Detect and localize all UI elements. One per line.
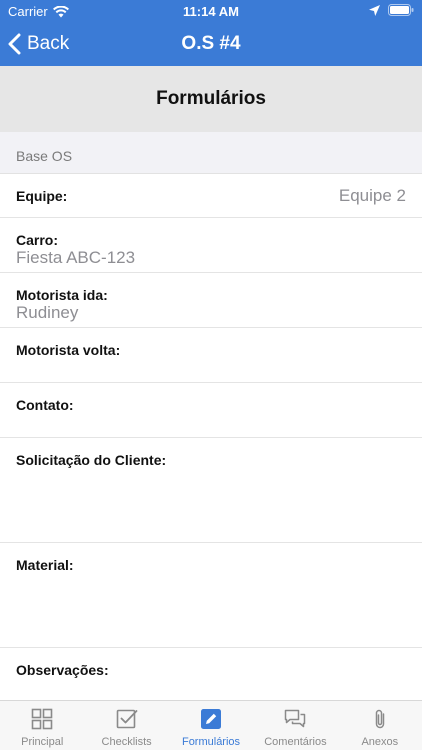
chat-bubbles-icon — [285, 709, 306, 728]
contato-row[interactable]: Contato: — [0, 383, 422, 438]
tab-principal[interactable]: Principal — [0, 701, 84, 750]
observacoes-label: Observações: — [16, 662, 109, 678]
tab-bar: Principal Checklists Formulários Comentá… — [0, 700, 422, 750]
tab-formularios-label: Formulários — [181, 736, 241, 748]
carro-row[interactable]: Carro: Fiesta ABC-123 — [0, 218, 422, 273]
tab-principal-label: Principal — [21, 736, 64, 748]
motorista-volta-label: Motorista volta: — [16, 342, 121, 358]
solicitacao-label: Solicitação do Cliente: — [16, 452, 167, 468]
motorista-ida-value: Rudiney — [16, 303, 79, 322]
equipe-row[interactable]: Equipe: Equipe 2 — [0, 174, 422, 218]
tab-checklists-label: Checklists — [101, 736, 152, 748]
material-label: Material: — [16, 557, 74, 573]
dashboard-icon — [31, 708, 53, 730]
carro-value: Fiesta ABC-123 — [16, 248, 136, 267]
carro-label: Carro: — [16, 232, 59, 248]
edit-form-icon — [201, 709, 222, 729]
tab-comentarios[interactable]: Comentários — [253, 701, 337, 750]
tab-anexos-label: Anexos — [361, 736, 399, 748]
motorista-volta-row[interactable]: Motorista volta: — [0, 328, 422, 383]
tab-checklists[interactable]: Checklists — [84, 701, 168, 750]
navigation-bar: Back O.S #4 — [0, 22, 422, 66]
observacoes-row[interactable]: Observações: — [0, 648, 422, 700]
motorista-ida-label: Motorista ida: — [16, 287, 108, 303]
nav-title: O.S #4 — [181, 33, 241, 54]
section-title: Formulários — [156, 88, 266, 109]
tab-comentarios-label: Comentários — [264, 736, 327, 748]
checkbox-icon — [116, 709, 138, 729]
battery-icon — [388, 4, 414, 16]
equipe-value: Equipe 2 — [338, 186, 406, 205]
paperclip-icon — [375, 709, 385, 729]
solicitacao-row[interactable]: Solicitação do Cliente: — [0, 438, 422, 543]
group-header: Base OS — [0, 132, 422, 174]
status-right — [369, 4, 414, 16]
status-bar: Carrier 11:14 AM — [0, 0, 422, 22]
contato-label: Contato: — [16, 397, 74, 413]
section-header: Formulários — [0, 66, 422, 132]
location-arrow-icon — [369, 4, 380, 16]
tab-anexos[interactable]: Anexos — [338, 701, 422, 750]
equipe-label: Equipe: — [16, 188, 68, 204]
motorista-ida-row[interactable]: Motorista ida: Rudiney — [0, 273, 422, 328]
tab-formularios[interactable]: Formulários — [169, 701, 253, 750]
status-time: 11:14 AM — [183, 4, 239, 19]
material-row[interactable]: Material: — [0, 543, 422, 648]
